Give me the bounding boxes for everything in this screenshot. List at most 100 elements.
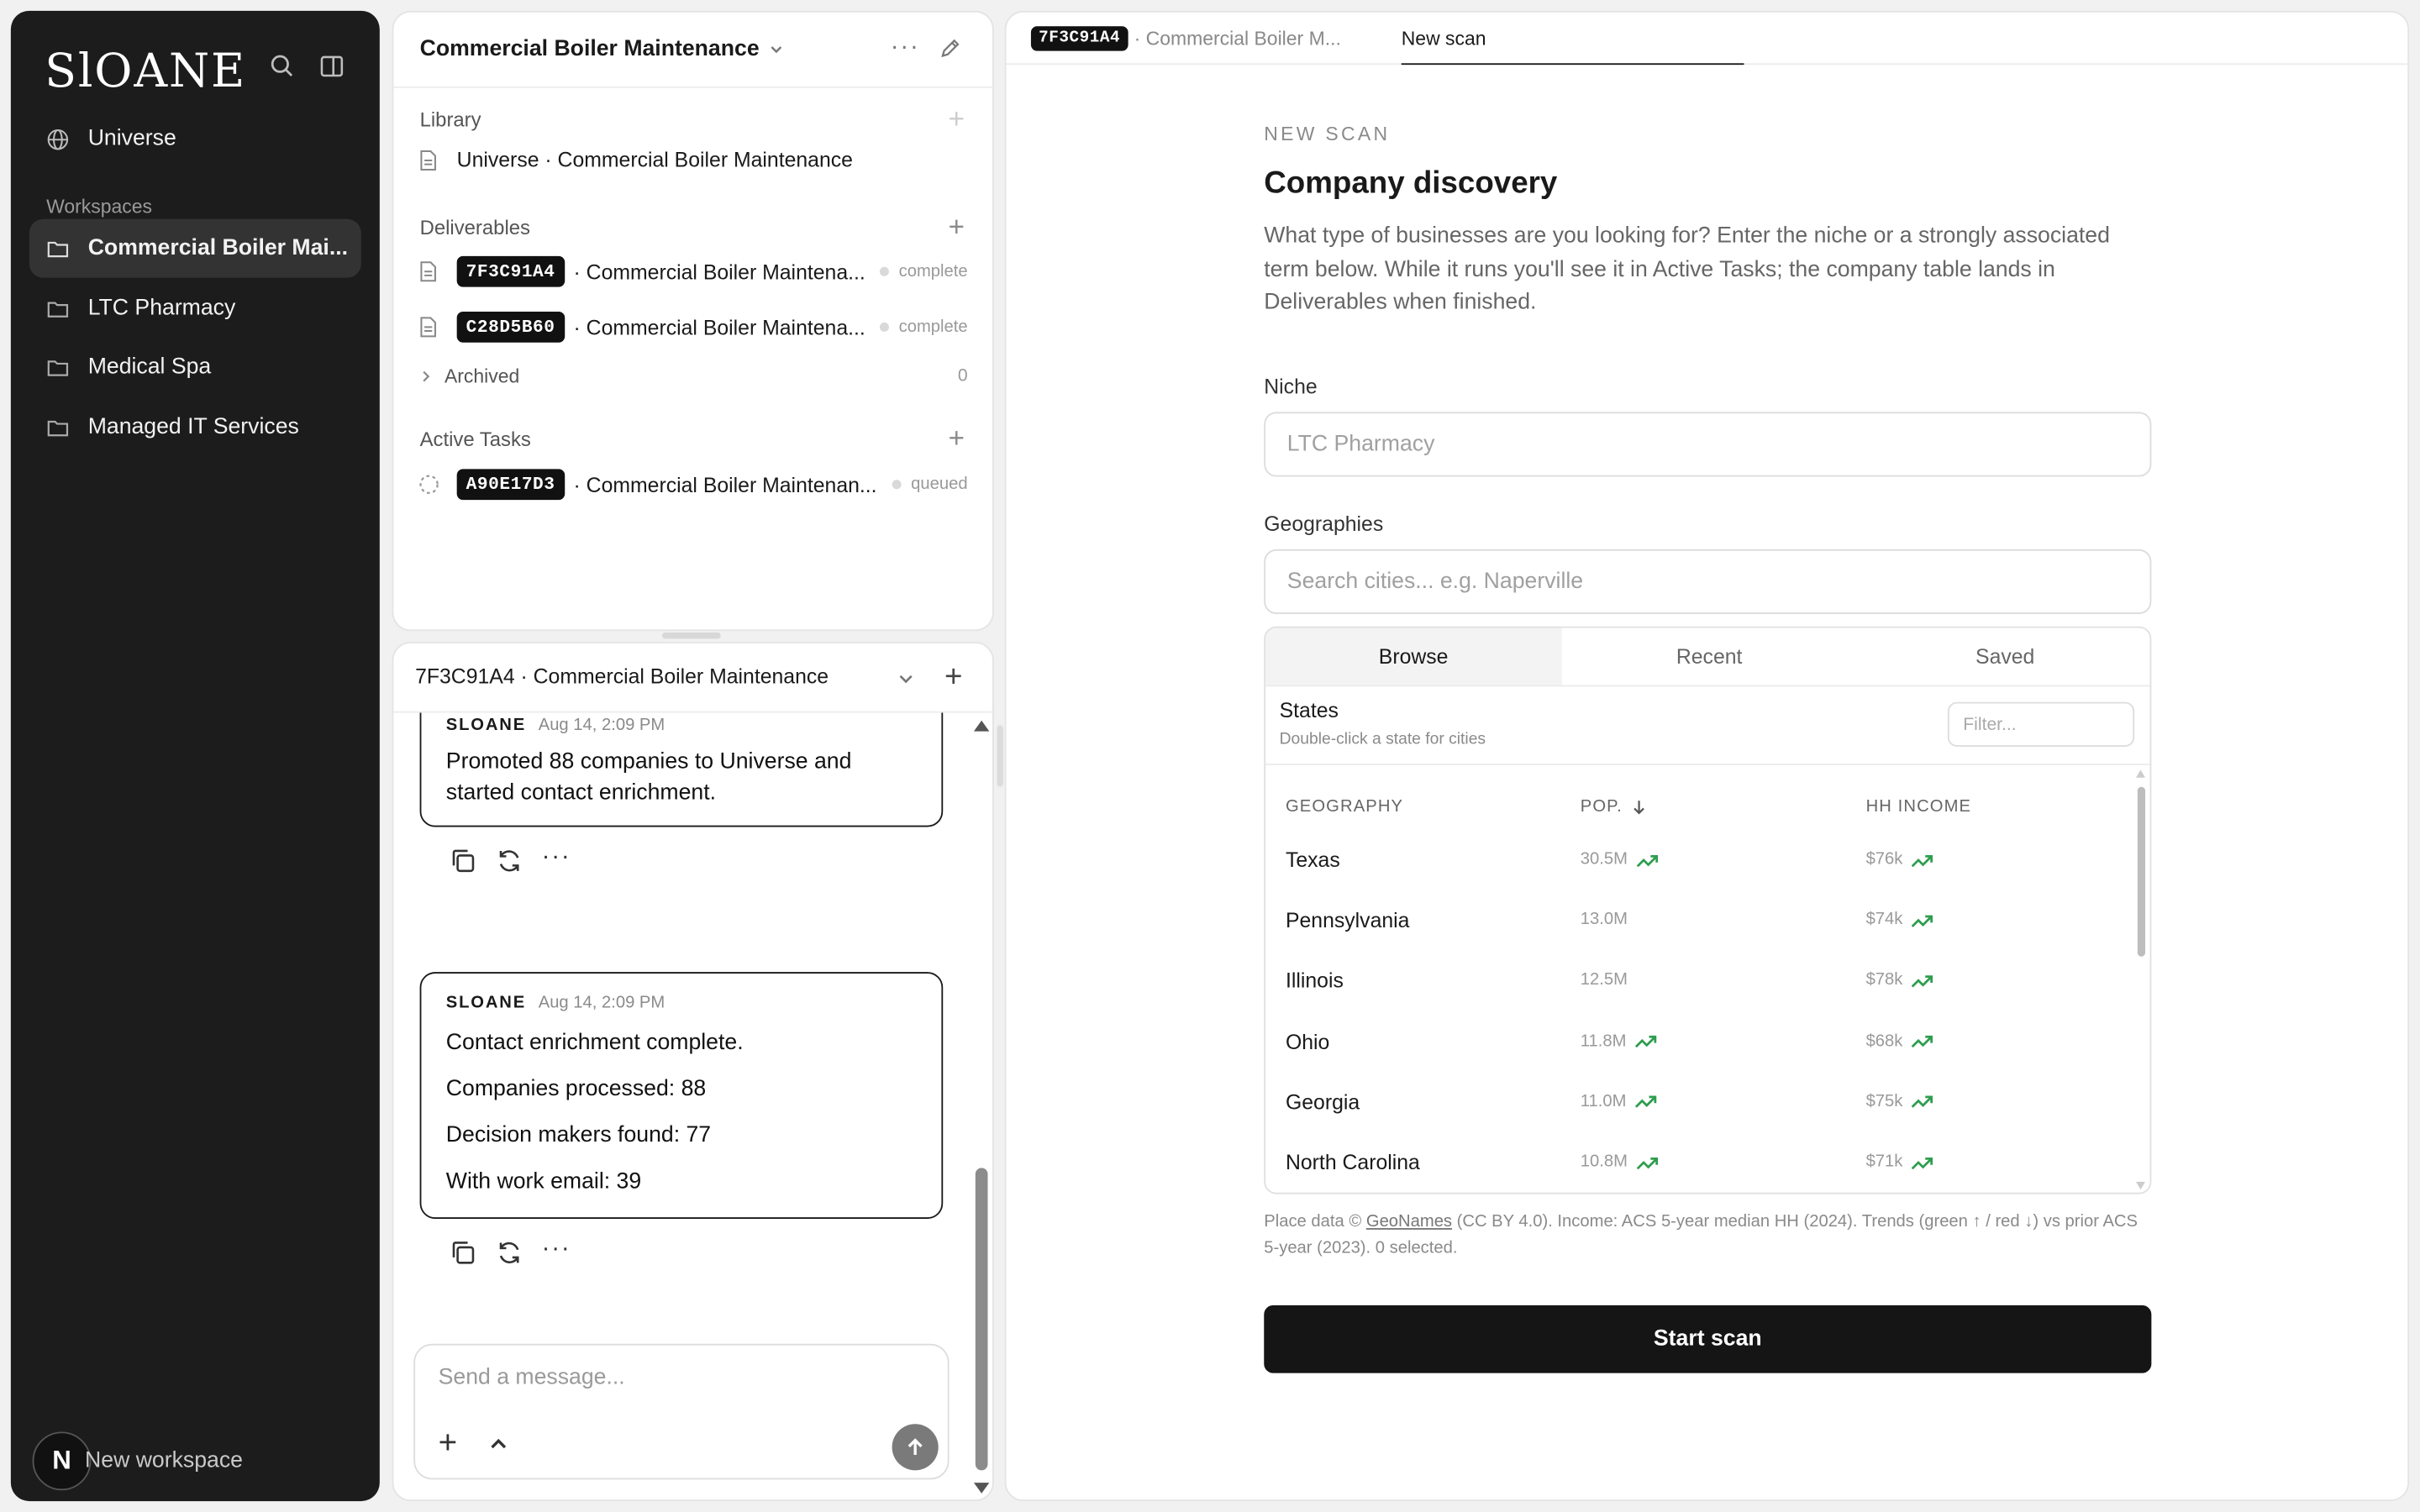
table-row[interactable]: Texas 30.5M $76k — [1265, 830, 2130, 890]
deliverable-code: C28D5B60 — [456, 312, 565, 343]
divider — [1265, 764, 2150, 766]
income-cell: $74k — [1866, 890, 1934, 951]
workspace-title: Commercial Boiler Maintenance — [419, 37, 760, 62]
folder-icon — [47, 301, 69, 317]
new-workspace-button[interactable]: N New workspace — [32, 1429, 365, 1494]
add-library-icon[interactable]: + — [949, 105, 965, 133]
more-icon[interactable]: ··· — [542, 844, 571, 872]
geography-cell: Pennsylvania — [1285, 909, 1410, 932]
message-input[interactable]: Send a message... — [439, 1365, 625, 1389]
panel-resize-handle[interactable] — [997, 725, 1003, 787]
chat-message: SLOANE Aug 14, 2:09 PM Contact enrichment… — [419, 972, 944, 1219]
scrollbar-thumb[interactable] — [2137, 786, 2146, 957]
workspace-title-dropdown[interactable]: Commercial Boiler Maintenance — [420, 37, 784, 61]
sidebar-item-workspace[interactable]: Medical Spa — [29, 338, 361, 396]
page-description: What type of businesses are you looking … — [1264, 223, 2110, 315]
sidebar-item-label: Commercial Boiler Mai... — [87, 236, 349, 261]
sidebar-item-label: Managed IT Services — [87, 415, 299, 440]
library-item-title: Universe · Commercial Boiler Maintenance — [456, 148, 853, 171]
search-icon[interactable] — [269, 52, 297, 87]
tab-label: · Commercial Boiler M... — [1134, 28, 1341, 50]
refresh-icon[interactable] — [496, 1239, 523, 1267]
state-filter-input[interactable]: Filter... — [1947, 701, 2135, 747]
tab-deliverable[interactable]: 7F3C91A4 · Commercial Boiler M... — [1030, 13, 1341, 65]
copy-icon[interactable] — [449, 1239, 476, 1267]
main-panel: 7F3C91A4 · Commercial Boiler M... New sc… — [1004, 10, 2411, 1502]
add-deliverable-icon[interactable]: + — [949, 213, 965, 240]
folder-icon — [47, 419, 69, 436]
panel-resize-handle[interactable] — [661, 633, 721, 639]
folder-icon — [47, 360, 69, 375]
sidebar-item-workspace[interactable]: Commercial Boiler Mai... — [29, 218, 361, 278]
scroll-up-arrow[interactable] — [973, 720, 990, 732]
geonames-link[interactable]: GeoNames — [1366, 1213, 1452, 1231]
scroll-up-arrow[interactable] — [2135, 769, 2146, 778]
new-chat-icon[interactable]: + — [944, 660, 962, 696]
tab-code: 7F3C91A4 — [1030, 26, 1128, 51]
status-badge: queued — [880, 475, 968, 494]
document-icon — [420, 317, 436, 338]
table-row[interactable]: North Carolina 10.8M $71k — [1265, 1132, 2130, 1193]
trend-up-icon — [1634, 1036, 1656, 1048]
chevron-up-icon[interactable] — [487, 1433, 509, 1462]
message-line: Companies processed: 88 — [445, 1077, 707, 1102]
geographies-label: Geographies — [1264, 512, 1384, 536]
library-item[interactable]: Universe · Commercial Boiler Maintenance — [418, 148, 968, 171]
sidebar-toggle-icon[interactable] — [318, 52, 345, 87]
population-cell: 10.8M — [1581, 1132, 1659, 1193]
scroll-down-arrow[interactable] — [2135, 1181, 2146, 1190]
column-header-geography[interactable]: GEOGRAPHY — [1286, 798, 1403, 816]
new-workspace-label: New workspace — [85, 1448, 243, 1474]
sidebar-item-universe[interactable]: Universe — [29, 109, 361, 168]
message-actions: ··· — [449, 1236, 571, 1267]
copy-icon[interactable] — [449, 847, 476, 874]
population-cell: 11.8M — [1581, 1011, 1657, 1072]
start-scan-button[interactable]: Start scan — [1264, 1305, 2152, 1373]
deliverable-item[interactable]: 7F3C91A4 · Commercial Boiler Maintena...… — [418, 255, 968, 287]
refresh-icon[interactable] — [496, 847, 523, 874]
tab-new-scan[interactable]: New scan — [1401, 13, 1744, 66]
chevron-down-icon — [771, 46, 782, 54]
document-icon — [420, 261, 436, 282]
task-title: · Commercial Boiler Maintenan... — [573, 472, 877, 496]
globe-icon — [47, 129, 69, 150]
table-row[interactable]: Georgia 11.0M $75k — [1265, 1072, 2130, 1132]
table-row[interactable]: Pennsylvania 13.0M $74k — [1265, 890, 2130, 951]
scrollbar-thumb[interactable] — [975, 1168, 988, 1471]
edit-icon[interactable] — [939, 37, 962, 68]
tab-browse[interactable]: Browse — [1265, 627, 1562, 685]
spinner-icon — [419, 475, 439, 494]
table-row[interactable]: Ohio 11.8M $68k — [1265, 1011, 2130, 1072]
geography-cell: Illinois — [1285, 969, 1344, 993]
population-cell: 12.5M — [1580, 971, 1628, 990]
more-icon[interactable]: ··· — [542, 1236, 571, 1263]
deliverable-item[interactable]: C28D5B60 · Commercial Boiler Maintena...… — [418, 312, 968, 343]
niche-input[interactable]: LTC Pharmacy — [1264, 412, 2152, 477]
sort-down-icon — [1634, 801, 1645, 815]
geography-search-input[interactable]: Search cities... e.g. Naperville — [1264, 549, 2152, 615]
chevron-down-icon[interactable] — [897, 668, 915, 696]
archived-toggle[interactable]: Archived 0 — [418, 365, 968, 387]
geography-search-placeholder: Search cities... e.g. Naperville — [1286, 569, 1584, 595]
avatar[interactable]: N — [32, 1431, 92, 1491]
table-row[interactable]: Illinois 12.5M $78k — [1265, 951, 2130, 1011]
sidebar-item-workspace[interactable]: Managed IT Services — [29, 398, 361, 457]
trend-up-icon — [1911, 1036, 1933, 1048]
sidebar-item-label: Universe — [87, 126, 176, 151]
sidebar-item-workspace[interactable]: LTC Pharmacy — [29, 279, 361, 338]
deliverable-code: 7F3C91A4 — [456, 255, 565, 287]
attach-icon[interactable]: + — [439, 1426, 458, 1461]
sidebar-item-label: Medical Spa — [87, 354, 212, 380]
scroll-down-arrow[interactable] — [973, 1483, 990, 1494]
add-task-icon[interactable]: + — [949, 424, 965, 452]
tab-recent[interactable]: Recent — [1561, 628, 1857, 685]
library-label: Library — [419, 108, 481, 132]
active-task-item[interactable]: A90E17D3 · Commercial Boiler Maintenan..… — [418, 469, 968, 501]
more-icon[interactable]: ··· — [891, 34, 920, 61]
deliverables-label: Deliverables — [419, 216, 530, 239]
app-logo: SlOANE — [45, 45, 247, 99]
tab-saved[interactable]: Saved — [1857, 628, 2149, 685]
niche-placeholder: LTC Pharmacy — [1286, 432, 1435, 457]
column-header-population[interactable]: POP. — [1581, 798, 1647, 816]
send-button[interactable] — [892, 1424, 939, 1471]
